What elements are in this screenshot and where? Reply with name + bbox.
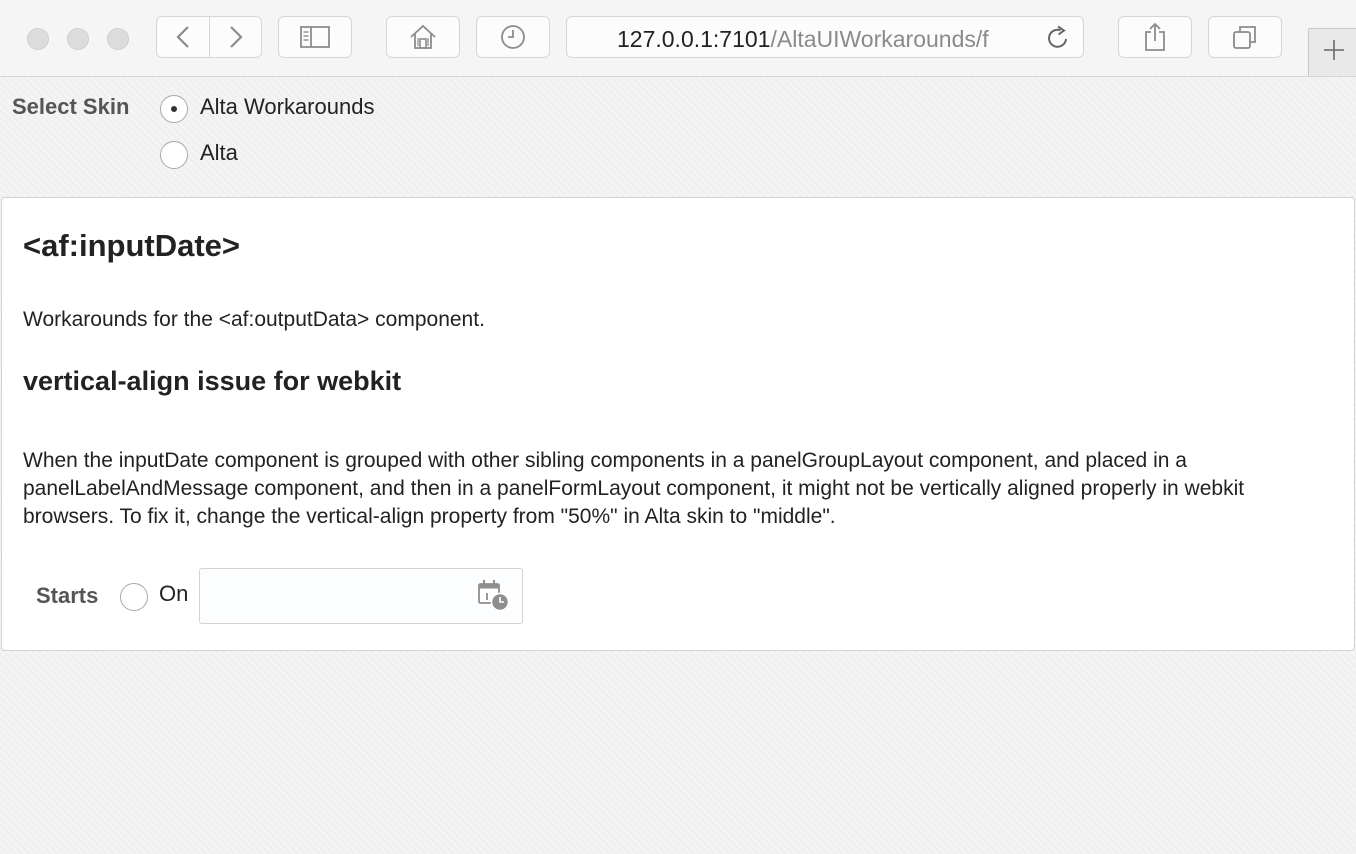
url-path: /AltaUIWorkarounds/f <box>770 26 989 52</box>
chevron-right-icon[interactable] <box>210 17 262 57</box>
new-tab-button[interactable] <box>1308 28 1356 76</box>
section-title: vertical-align issue for webkit <box>23 366 402 396</box>
select-skin-label: Select Skin <box>12 94 130 119</box>
clock-icon <box>500 24 526 50</box>
starts-on-label[interactable]: On <box>159 581 188 607</box>
share-icon <box>1143 22 1167 52</box>
content-panel: <af:inputDate> Workarounds for the <af:o… <box>1 197 1355 651</box>
skin-option-alta-label[interactable]: Alta <box>200 140 238 166</box>
url-host: 127.0.0.1:7101 <box>617 26 771 52</box>
zoom-window-button[interactable] <box>107 28 129 50</box>
close-window-button[interactable] <box>27 28 49 50</box>
minimize-window-button[interactable] <box>67 28 89 50</box>
tabs-overview-button[interactable] <box>1208 16 1282 58</box>
calendar-clock-icon[interactable] <box>476 578 512 617</box>
url-text: 127.0.0.1:7101/AltaUIWorkarounds/f <box>617 26 1029 52</box>
starts-on-radio[interactable] <box>120 583 148 611</box>
plus-icon <box>1322 38 1346 67</box>
back-forward-group <box>156 16 262 58</box>
home-icon <box>409 24 437 50</box>
share-button[interactable] <box>1118 16 1192 58</box>
reload-icon[interactable] <box>1045 25 1071 56</box>
skin-option-alta-workarounds-label[interactable]: Alta Workarounds <box>200 94 374 120</box>
address-bar[interactable]: 127.0.0.1:7101/AltaUIWorkarounds/f <box>566 16 1084 58</box>
sidebar-icon <box>300 26 330 48</box>
section-body: When the inputDate component is grouped … <box>23 449 1245 528</box>
skin-radio-alta-workarounds[interactable] <box>160 95 188 123</box>
start-date-input[interactable] <box>199 568 523 624</box>
intro-text: Workarounds for the <af:outputData> comp… <box>23 308 485 331</box>
starts-label: Starts <box>36 583 99 608</box>
home-button[interactable] <box>386 16 460 58</box>
browser-toolbar: 127.0.0.1:7101/AltaUIWorkarounds/f <box>0 0 1356 77</box>
page-title: <af:inputDate> <box>23 228 241 263</box>
history-button[interactable] <box>476 16 550 58</box>
tabs-icon <box>1232 24 1258 50</box>
skin-radio-alta[interactable] <box>160 141 188 169</box>
chevron-left-icon[interactable] <box>157 17 209 57</box>
sidebar-button[interactable] <box>278 16 352 58</box>
